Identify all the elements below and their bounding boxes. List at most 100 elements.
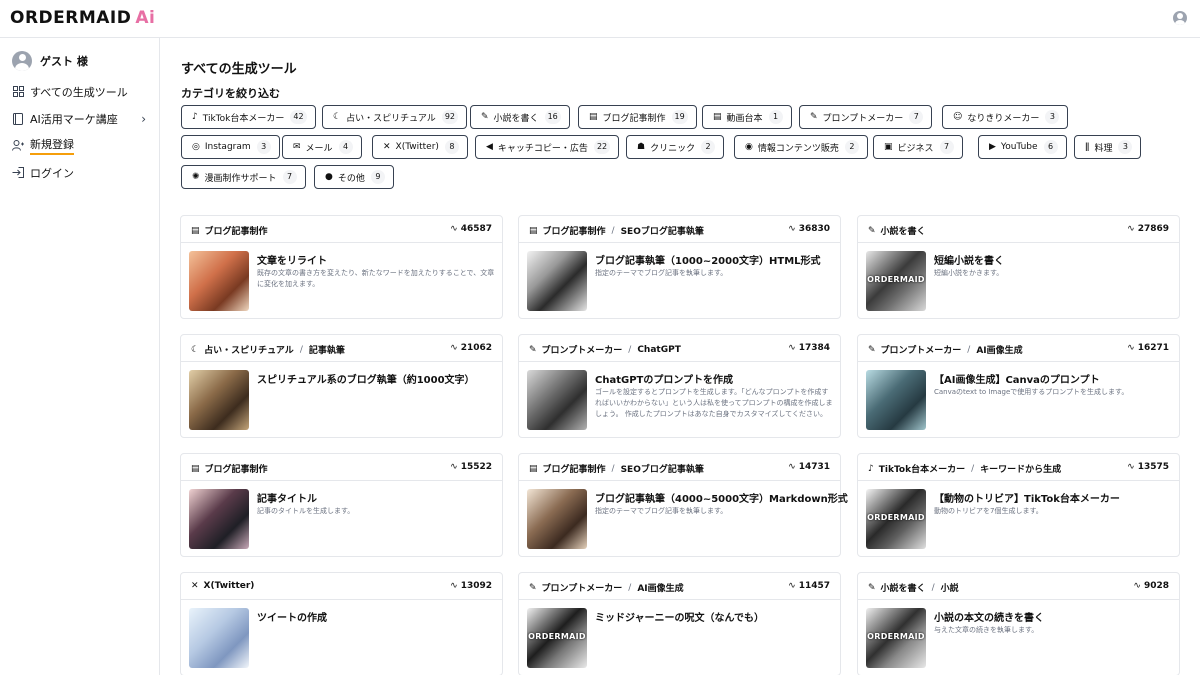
guest-profile[interactable]: ゲスト 様 <box>12 50 88 72</box>
chip-x-twitter[interactable]: ✕ X(Twitter) 8 <box>372 135 468 159</box>
thumbnail-logo-text: ORDERMAID <box>867 632 925 641</box>
card-category-label[interactable]: プロンプトメーカー <box>542 581 623 594</box>
card-category-label[interactable]: ブログ記事制作 <box>205 462 268 475</box>
chip-count: 92 <box>441 110 458 124</box>
chip-label: 料理 <box>1094 143 1113 154</box>
card-subcategory-label[interactable]: 記事執筆 <box>309 343 345 356</box>
usage-count-value: 14731 <box>798 462 830 472</box>
tool-card[interactable]: ♪ TikTok台本メーカー / キーワードから生成 ∿ 13575 ORDERMAID… <box>857 453 1180 557</box>
tool-card[interactable]: ✎ プロンプトメーカー / AI画像生成 ∿ 11457 ORDERMAID ミッドジャ… <box>518 572 841 675</box>
chip-cooking[interactable]: ǁ 料理 3 <box>1074 135 1142 159</box>
chip-spiritual[interactable]: ☾ 占い・スピリチュアル 92 <box>322 105 467 129</box>
card-subcategory-label[interactable]: AI画像生成 <box>976 343 1022 356</box>
card-category-label[interactable]: ブログ記事制作 <box>543 224 606 237</box>
card-subcategory-label[interactable]: SEOブログ記事執筆 <box>621 224 704 237</box>
chip-label: Instagram <box>204 142 251 152</box>
chip-catchcopy[interactable]: ◀ キャッチコピー・広告 22 <box>475 135 620 159</box>
card-category-label[interactable]: 小説を書く <box>881 224 926 237</box>
tool-card[interactable]: ▤ ブログ記事制作 ∿ 15522 記事タイトル 記事のタイトルを生成します。 <box>180 453 503 557</box>
card-category-label[interactable]: ブログ記事制作 <box>205 224 268 237</box>
chevron-right-icon: › <box>141 112 146 126</box>
card-subcategory-label[interactable]: 小説 <box>941 581 959 594</box>
chip-novel[interactable]: ✎ 小説を書く 16 <box>470 105 570 129</box>
card-subcategory-label[interactable]: キーワードから生成 <box>980 462 1061 475</box>
chip-label: ビジネス <box>897 143 934 154</box>
category-filter-title: カテゴリを絞り込む <box>181 87 280 100</box>
brush-icon: ✎ <box>810 112 818 122</box>
chip-count: 7 <box>939 140 954 154</box>
brush-icon: ✎ <box>529 344 537 355</box>
main-content: すべての生成ツール カテゴリを絞り込む ♪ TikTok台本メーカー 42 ☾ 占い・… <box>161 38 1200 675</box>
chip-tiktok[interactable]: ♪ TikTok台本メーカー 42 <box>181 105 316 129</box>
chip-clinic[interactable]: ☗ クリニック 2 <box>626 135 725 159</box>
book-icon: ▤ <box>529 463 538 474</box>
book-icon: ▤ <box>191 463 200 474</box>
card-category-label[interactable]: 占い・スピリチュアル <box>204 343 294 356</box>
tool-card[interactable]: ▤ ブログ記事制作 ∿ 46587 文章をリライト 既存の文章の書き方を変えたり、新… <box>180 215 503 319</box>
usage-count-value: 46587 <box>460 224 492 234</box>
user-circle-icon[interactable] <box>1173 11 1187 25</box>
sidebar-item-label: AI活用マーケ講座 <box>30 112 118 126</box>
sidebar-item-all-tools[interactable]: すべての生成ツール <box>12 78 152 105</box>
chip-prompt-maker[interactable]: ✎ プロンプトメーカー 7 <box>799 105 933 129</box>
chip-mail[interactable]: ✉ メール 4 <box>282 135 362 159</box>
card-title: 記事タイトル <box>257 494 317 505</box>
card-category-label[interactable]: プロンプトメーカー <box>881 343 962 356</box>
chip-blog[interactable]: ▤ ブログ記事制作 19 <box>578 105 697 129</box>
usage-count-value: 36830 <box>798 224 830 234</box>
tool-card[interactable]: ▤ ブログ記事制作 / SEOブログ記事執筆 ∿ 14731 ブログ記事執筆（4000~… <box>518 453 848 557</box>
card-thumbnail: ORDERMAID <box>866 489 926 549</box>
chip-manga[interactable]: ✺ 漫画制作サポート 7 <box>181 165 306 189</box>
chip-business[interactable]: ▣ ビジネス 7 <box>873 135 963 159</box>
separator: / <box>299 344 303 355</box>
logo[interactable]: ORDERMAID Ai <box>10 8 155 28</box>
thumbnail-logo-text: ORDERMAID <box>528 632 586 641</box>
card-category-label[interactable]: X(Twitter) <box>204 581 255 591</box>
card-subcategory-label[interactable]: ChatGPT <box>637 345 681 355</box>
chip-label: キャッチコピー・広告 <box>497 143 588 154</box>
usage-count: ∿ 36830 <box>788 224 830 234</box>
card-category: ☾ 占い・スピリチュアル / 記事執筆 <box>191 343 345 357</box>
chip-instagram[interactable]: ◎ Instagram 3 <box>181 135 280 159</box>
card-description: ゴールを設定するとプロンプトを生成します。「どんなプロンプトを作成すればいいかわ… <box>595 388 833 418</box>
card-category-label[interactable]: ブログ記事制作 <box>543 462 606 475</box>
chip-count: 3 <box>1045 110 1060 124</box>
card-category-label[interactable]: 小説を書く <box>881 581 926 594</box>
tool-card[interactable]: ✎ 小説を書く / 小説 ∿ 9028 ORDERMAID 小説の本文の続きを書く 与え… <box>857 572 1180 675</box>
card-subcategory-label[interactable]: SEOブログ記事執筆 <box>621 462 704 475</box>
tool-card[interactable]: ✎ プロンプトメーカー / ChatGPT ∿ 17384 ChatGPTのプロンプトを… <box>518 334 841 438</box>
card-description: Canvaのtext to Imageで使用するプロンプトを生成します。 <box>934 388 1129 396</box>
chip-other[interactable]: ● その他 9 <box>314 165 394 189</box>
card-category-label[interactable]: プロンプトメーカー <box>542 343 623 356</box>
card-thumbnail <box>527 370 587 430</box>
card-title: ブログ記事執筆（4000~5000文字）Markdown形式 <box>595 494 848 505</box>
card-thumbnail <box>866 370 926 430</box>
tool-card[interactable]: ✕ X(Twitter) ∿ 13092 ツイートの作成 <box>180 572 503 675</box>
card-description: 記事のタイトルを生成します。 <box>257 507 355 515</box>
sidebar-item-register[interactable]: 新規登録 <box>12 132 152 159</box>
tool-card[interactable]: ☾ 占い・スピリチュアル / 記事執筆 ∿ 21062 スピリチュアル系のブログ執筆（約… <box>180 334 503 438</box>
pen-icon: ✎ <box>868 225 876 236</box>
tool-card[interactable]: ✎ 小説を書く ∿ 27869 ORDERMAID 短編小説を書く 短編小説をかきま… <box>857 215 1180 319</box>
chip-info-content[interactable]: ◉ 情報コンテンツ販売 2 <box>734 135 868 159</box>
chip-youtube[interactable]: ▶ YouTube 6 <box>978 135 1067 159</box>
card-description: 与えた文章の続きを執筆します。 <box>934 626 1039 634</box>
robot-icon: ● <box>325 172 333 182</box>
lightbulb-icon: ◉ <box>745 142 753 152</box>
card-header: ▤ ブログ記事制作 / SEOブログ記事執筆 ∿ 36830 <box>519 216 840 243</box>
sidebar-item-ai-course[interactable]: AI活用マーケ講座 › <box>12 105 152 132</box>
chip-count: 8 <box>444 140 459 154</box>
robot-icon: ☺ <box>953 112 963 122</box>
avatar-icon <box>12 51 32 71</box>
chip-roleplay[interactable]: ☺ なりきりメーカー 3 <box>942 105 1069 129</box>
chip-label: プロンプトメーカー <box>822 113 904 124</box>
card-subcategory-label[interactable]: AI画像生成 <box>637 581 683 594</box>
tool-card[interactable]: ✎ プロンプトメーカー / AI画像生成 ∿ 16271 【AI画像生成】Canvaのプ… <box>857 334 1180 438</box>
chip-label: 漫画制作サポート <box>204 173 277 184</box>
chip-video-script[interactable]: ▤ 動画台本 1 <box>702 105 792 129</box>
card-category-label[interactable]: TikTok台本メーカー <box>879 462 965 475</box>
sidebar-item-login[interactable]: ログイン <box>12 159 152 186</box>
card-thumbnail <box>527 489 587 549</box>
tool-card[interactable]: ▤ ブログ記事制作 / SEOブログ記事執筆 ∿ 36830 ブログ記事執筆（1000~… <box>518 215 841 319</box>
card-thumbnail <box>189 370 249 430</box>
